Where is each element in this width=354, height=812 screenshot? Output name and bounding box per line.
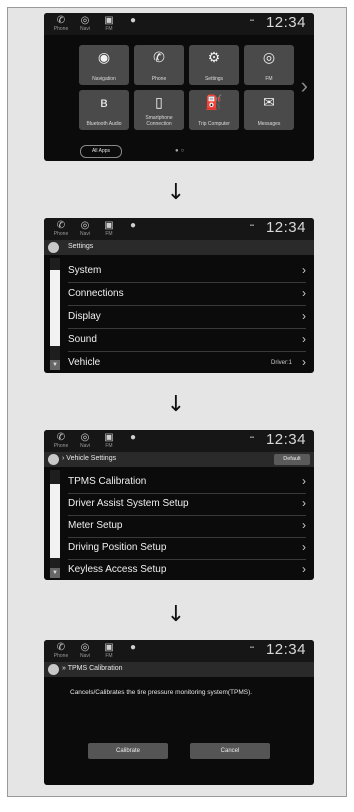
signal-icon: ▪▪ (249, 435, 254, 441)
list-item-meter-setup[interactable]: Meter Setup › (68, 515, 306, 538)
menu-status-icon[interactable]: ● (122, 643, 144, 659)
scrollbar-thumb[interactable] (50, 270, 60, 346)
flow-arrow: ↓ (166, 180, 186, 205)
fm-status-icon[interactable]: ▣ FM (98, 221, 120, 238)
settings-screen: ✆ Phone ◎ Navi ▣ FM ● ▪▪ 12:34 Settings ▼ S… (44, 218, 314, 373)
chevron-right-icon: › (302, 540, 306, 554)
nav-status-icon[interactable]: ◎ Navi (74, 433, 96, 450)
chevron-right-icon: › (302, 332, 306, 346)
gear-icon: ⚙ (207, 49, 221, 65)
radio-icon: ◎ (262, 49, 276, 65)
home-screen: ✆ Phone ◎ Navi ▣ FM ● ▪▪ 12:34 ◉ Navigation… (44, 13, 314, 161)
tile-settings[interactable]: ⚙ Settings (189, 45, 239, 85)
gear-icon (48, 454, 59, 465)
signal-icon: ▪▪ (249, 18, 254, 24)
list-item-keyless-access[interactable]: Keyless Access Setup › (68, 559, 306, 580)
chevron-right-icon: › (302, 474, 306, 488)
fm-status-icon[interactable]: ▣ FM (98, 643, 120, 660)
list-item-driving-position[interactable]: Driving Position Setup › (68, 537, 306, 560)
tile-fm[interactable]: ◎ FM (244, 45, 294, 85)
phone-status-icon[interactable]: ✆ Phone (50, 221, 72, 238)
navigation-icon: ◉ (97, 49, 111, 65)
fm-status-icon[interactable]: ▣ FM (98, 16, 120, 33)
message-icon: ✉ (263, 94, 275, 110)
list-item-connections[interactable]: Connections › (68, 283, 306, 306)
tile-messages[interactable]: ✉ Messages (244, 90, 294, 130)
tile-phone[interactable]: ✆ Phone (134, 45, 184, 85)
gear-icon (48, 664, 59, 675)
status-bar: ✆ Phone ◎ Navi ▣ FM ● ▪▪ 12:34 (44, 640, 314, 662)
scrollbar[interactable]: ▼ (50, 258, 60, 370)
flow-arrow: ↓ (166, 602, 186, 627)
phone-icon: ✆ (153, 49, 165, 65)
breadcrumb: » TPMS Calibration (62, 665, 123, 672)
status-bar: ✆ Phone ◎ Navi ▣ FM ● ▪▪ 12:34 (44, 218, 314, 240)
nav-status-icon[interactable]: ◎ Navi (74, 643, 96, 660)
signal-icon: ▪▪ (249, 645, 254, 651)
chevron-right-icon: › (302, 496, 306, 510)
chevron-right-icon: › (302, 286, 306, 300)
scroll-down-icon[interactable]: ▼ (50, 360, 60, 370)
all-apps-button[interactable]: All Apps (80, 145, 122, 158)
scroll-down-icon[interactable]: ▼ (50, 568, 60, 578)
list-item-system[interactable]: System › (68, 260, 306, 283)
phone-status-icon[interactable]: ✆ Phone (50, 16, 72, 33)
status-bar: ✆ Phone ◎ Navi ▣ FM ● ▪▪ 12:34 (44, 430, 314, 452)
list-item-driver-assist[interactable]: Driver Assist System Setup › (68, 493, 306, 516)
tpms-description: Cancels/Calibrates the tire pressure mon… (70, 689, 253, 696)
scrollbar-thumb[interactable] (50, 484, 60, 558)
scrollbar[interactable]: ▼ (50, 470, 60, 578)
chevron-right-icon: › (302, 355, 306, 369)
vehicle-settings-screen: ✆ Phone ◎ Navi ▣ FM ● ▪▪ 12:34 › Vehicle Se… (44, 430, 314, 580)
nav-status-icon[interactable]: ◎ Navi (74, 16, 96, 33)
list-item-display[interactable]: Display › (68, 306, 306, 329)
fuel-icon: ⛽ (205, 94, 223, 110)
default-button[interactable]: Default (274, 454, 310, 465)
header-bar: » TPMS Calibration (44, 662, 314, 677)
page-title: Settings (68, 243, 94, 250)
signal-icon: ▪▪ (249, 223, 254, 229)
header-bar: Settings (44, 240, 314, 255)
page-indicator: ●○ (175, 148, 187, 154)
fm-status-icon[interactable]: ▣ FM (98, 433, 120, 450)
nav-status-icon[interactable]: ◎ Navi (74, 221, 96, 238)
phone-status-icon[interactable]: ✆ Phone (50, 433, 72, 450)
clock: 12:34 (265, 14, 306, 31)
smartphone-icon: ▯ (155, 94, 163, 110)
chevron-right-icon: › (302, 263, 306, 277)
status-bar: ✆ Phone ◎ Navi ▣ FM ● ▪▪ 12:34 (44, 13, 314, 35)
chevron-right-icon: › (302, 309, 306, 323)
bluetooth-icon: ʙ (100, 94, 108, 110)
clock: 12:34 (265, 219, 306, 236)
menu-status-icon[interactable]: ● (122, 433, 144, 449)
flow-arrow: ↓ (166, 392, 186, 417)
next-page-chevron-icon[interactable]: › (301, 73, 308, 99)
list-item-sound[interactable]: Sound › (68, 329, 306, 352)
list-item-vehicle[interactable]: Vehicle Driver:1 › (68, 352, 306, 373)
gear-icon (48, 242, 59, 253)
tile-navigation[interactable]: ◉ Navigation (79, 45, 129, 85)
menu-status-icon[interactable]: ● (122, 221, 144, 237)
header-bar: › Vehicle Settings Default (44, 452, 314, 467)
breadcrumb: › Vehicle Settings (62, 455, 117, 462)
calibrate-button[interactable]: Calibrate (88, 743, 168, 759)
menu-status-icon[interactable]: ● (122, 16, 144, 32)
clock: 12:34 (265, 641, 306, 658)
tile-trip-computer[interactable]: ⛽ Trip Computer (189, 90, 239, 130)
phone-status-icon[interactable]: ✆ Phone (50, 643, 72, 660)
clock: 12:34 (265, 431, 306, 448)
list-item-tpms-calibration[interactable]: TPMS Calibration › (68, 471, 306, 494)
chevron-right-icon: › (302, 562, 306, 576)
tile-smartphone-connection[interactable]: ▯ Smartphone Connection (134, 90, 184, 130)
tile-bluetooth-audio[interactable]: ʙ Bluetooth Audio (79, 90, 129, 130)
chevron-right-icon: › (302, 518, 306, 532)
tpms-calibration-screen: ✆ Phone ◎ Navi ▣ FM ● ▪▪ 12:34 » TPMS Calib… (44, 640, 314, 785)
driver-value: Driver:1 (270, 360, 292, 366)
cancel-button[interactable]: Cancel (190, 743, 270, 759)
